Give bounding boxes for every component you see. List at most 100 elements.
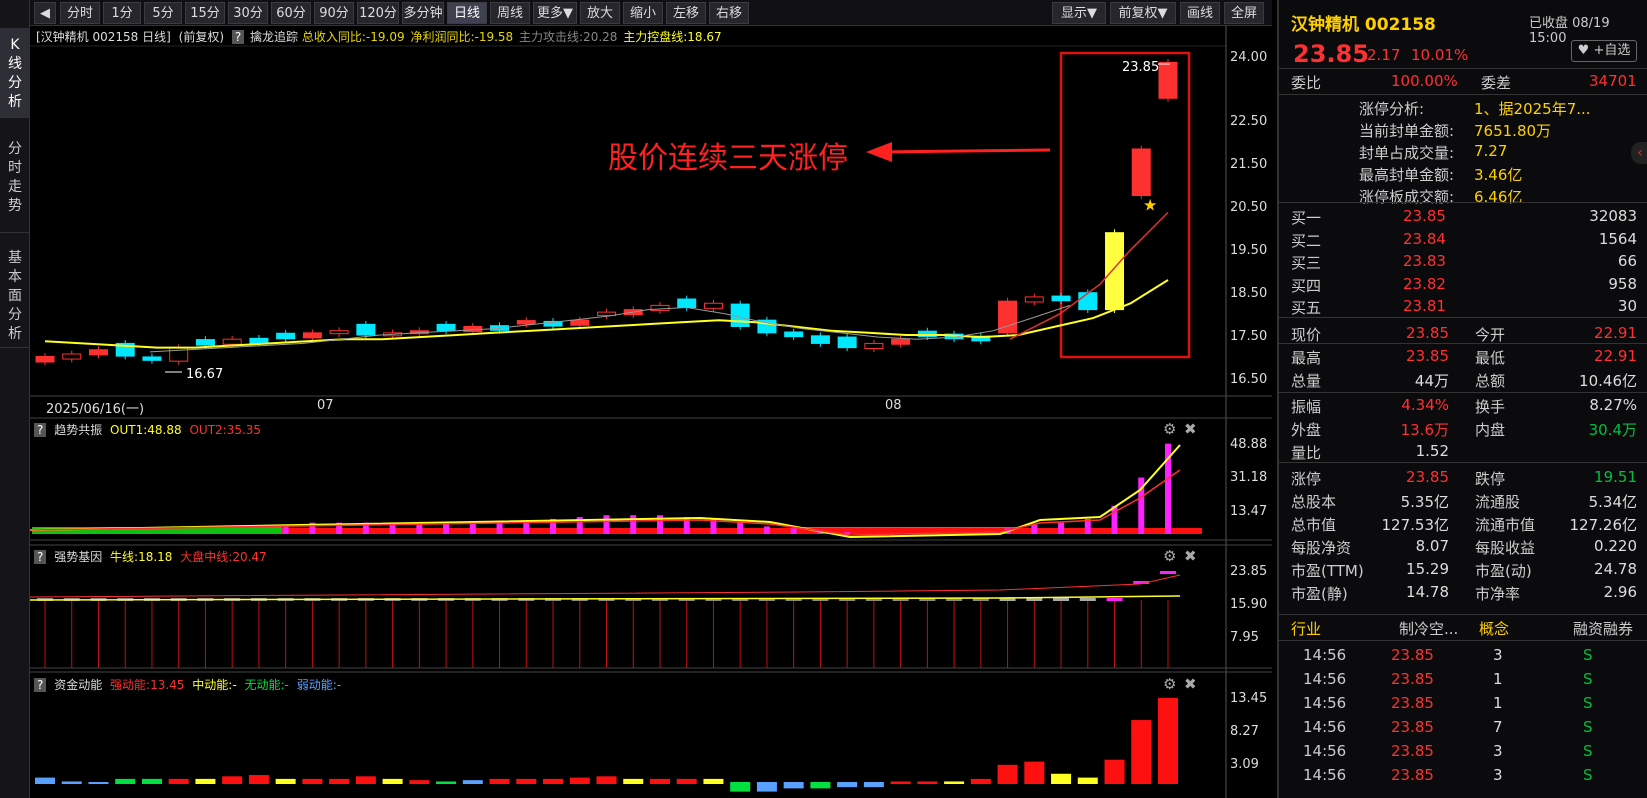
quote-label: 今开 bbox=[1475, 326, 1506, 344]
zt-value: 7.27 bbox=[1474, 142, 1508, 160]
candle bbox=[677, 298, 697, 308]
quote-value: 22.91 bbox=[1594, 324, 1637, 342]
quote-label: 最高 bbox=[1291, 349, 1322, 367]
y-tick: 24.00 bbox=[1230, 50, 1268, 65]
quote-value: 0.220 bbox=[1594, 537, 1637, 555]
bid-row[interactable]: 买四 23.82 958 bbox=[1279, 273, 1647, 297]
candle bbox=[62, 353, 82, 360]
tick-price: 23.85 bbox=[1391, 646, 1434, 664]
sub2-mark bbox=[1053, 598, 1070, 601]
concept-tab[interactable]: 概念 bbox=[1479, 618, 1509, 639]
bid-row[interactable]: 买一 23.85 32083 bbox=[1279, 205, 1647, 229]
sub3-bar bbox=[302, 778, 323, 784]
tick-time: 14:56 bbox=[1303, 766, 1347, 784]
industry-value[interactable]: 制冷空... bbox=[1399, 618, 1458, 639]
sub2-l1: 牛线:18.18 bbox=[110, 550, 173, 564]
help-icon[interactable]: ? bbox=[34, 550, 47, 564]
tick-price: 23.85 bbox=[1391, 694, 1434, 712]
margin-tab[interactable]: 融资融券 bbox=[1573, 618, 1633, 639]
zt-label: 涨停分析: bbox=[1359, 100, 1425, 118]
wb-label: 委比 bbox=[1291, 74, 1322, 92]
sub2-tick: 7.95 bbox=[1230, 630, 1259, 645]
settings-icon[interactable]: ⚙ bbox=[1163, 547, 1176, 565]
quote-value: 5.34亿 bbox=[1588, 493, 1637, 511]
quote-row: 市盈(静) 14.78 市净率 2.96 bbox=[1279, 581, 1647, 605]
tick-row: 14:56 23.85 3 S bbox=[1279, 644, 1647, 668]
y-tick: 19.50 bbox=[1230, 243, 1268, 258]
zt-row: 封单占成交量: 7.27 bbox=[1279, 140, 1647, 164]
quote-row: 最高 23.85 最低 22.91 bbox=[1279, 345, 1647, 369]
annotation-arrowhead bbox=[866, 142, 892, 162]
y-tick: 22.50 bbox=[1230, 114, 1268, 129]
bid-price: 23.81 bbox=[1403, 297, 1446, 315]
sub2-mark bbox=[1106, 598, 1123, 601]
sub3-bar bbox=[355, 776, 376, 784]
tick-row: 14:56 23.85 3 S bbox=[1279, 764, 1647, 788]
sub1-bar bbox=[603, 515, 610, 534]
zt-value: 3.46亿 bbox=[1474, 166, 1523, 184]
sub3-bar bbox=[35, 777, 55, 784]
quote-row: 振幅 4.34% 换手 8.27% bbox=[1279, 394, 1647, 418]
quote-row: 总股本 5.35亿 流通股 5.34亿 bbox=[1279, 489, 1647, 513]
close-icon[interactable]: ✖ bbox=[1184, 547, 1197, 565]
sub3-bar bbox=[730, 782, 751, 792]
y-tick: 20.50 bbox=[1230, 200, 1268, 215]
quote-label: 涨停 bbox=[1291, 470, 1322, 488]
quote-value: 5.35亿 bbox=[1400, 493, 1449, 511]
candle bbox=[1158, 61, 1178, 99]
settings-icon[interactable]: ⚙ bbox=[1163, 420, 1176, 438]
bid-volume: 958 bbox=[1608, 274, 1637, 293]
sub3-bar bbox=[810, 782, 831, 789]
zt-label: 封单占成交量: bbox=[1359, 144, 1455, 162]
bid-row[interactable]: 买五 23.81 30 bbox=[1279, 295, 1647, 319]
tick-row: 14:56 23.85 3 S bbox=[1279, 740, 1647, 764]
sub3-bar bbox=[1104, 759, 1125, 784]
quote-row: 外盘 13.6万 内盘 30.4万 bbox=[1279, 417, 1647, 441]
sub3-bar bbox=[917, 781, 938, 784]
sub1-tick: 13.47 bbox=[1230, 504, 1268, 519]
candle bbox=[276, 332, 296, 340]
tick-row: 14:56 23.85 1 S bbox=[1279, 692, 1647, 716]
industry-tab[interactable]: 行业 bbox=[1291, 618, 1321, 639]
collapse-arrow-icon[interactable]: ‹ bbox=[1631, 142, 1647, 164]
add-watchlist-button[interactable]: ♥ +自选 bbox=[1571, 40, 1637, 62]
quote-label: 市盈(动) bbox=[1475, 562, 1532, 580]
bid-price: 23.82 bbox=[1403, 274, 1446, 293]
close-icon[interactable]: ✖ bbox=[1184, 420, 1197, 438]
sub3-bar bbox=[837, 782, 858, 788]
quote-label: 每股收益 bbox=[1475, 539, 1536, 557]
close-icon[interactable]: ✖ bbox=[1184, 675, 1197, 693]
sub1-header: ? 趋势共振 OUT1:48.88 OUT2:35.35 bbox=[34, 421, 261, 438]
help-icon[interactable]: ? bbox=[34, 423, 47, 437]
sub2-l2: 大盘中线:20.47 bbox=[180, 550, 267, 564]
sub3-bar bbox=[1077, 777, 1098, 784]
sub3-bar bbox=[275, 778, 296, 784]
low-label: 16.67 bbox=[186, 367, 224, 382]
sub3-tick: 3.09 bbox=[1230, 757, 1259, 772]
quote-value: 10.46亿 bbox=[1579, 372, 1637, 390]
sub3-bar bbox=[997, 764, 1018, 784]
help-icon[interactable]: ? bbox=[34, 678, 47, 692]
sub3-bar bbox=[756, 782, 777, 792]
star-icon: ★ bbox=[1143, 195, 1157, 214]
sub1-bar bbox=[630, 515, 637, 534]
tick-time: 14:56 bbox=[1303, 742, 1347, 760]
zt-row: 最高封单金额: 3.46亿 bbox=[1279, 162, 1647, 186]
bid-row[interactable]: 买二 23.84 1564 bbox=[1279, 228, 1647, 252]
settings-icon[interactable]: ⚙ bbox=[1163, 675, 1176, 693]
bid-label: 买四 bbox=[1291, 276, 1322, 295]
sub2-mark bbox=[1026, 598, 1043, 601]
tick-row: 14:56 23.85 7 S bbox=[1279, 716, 1647, 740]
candle bbox=[784, 331, 804, 338]
bid-label: 买二 bbox=[1291, 231, 1322, 250]
x-label: 08 bbox=[885, 398, 902, 413]
sub1-bar bbox=[1058, 522, 1065, 534]
sub3-bar bbox=[248, 775, 269, 784]
bid-row[interactable]: 买三 23.83 66 bbox=[1279, 250, 1647, 274]
quote-label: 总市值 bbox=[1291, 516, 1337, 534]
sub2-header: ? 强势基因 牛线:18.18 大盘中线:20.47 bbox=[34, 548, 267, 565]
watch-label: +自选 bbox=[1593, 43, 1631, 58]
candle bbox=[302, 332, 322, 339]
sub3-l4: 弱动能:- bbox=[296, 678, 342, 692]
quote-label: 总额 bbox=[1475, 372, 1506, 390]
